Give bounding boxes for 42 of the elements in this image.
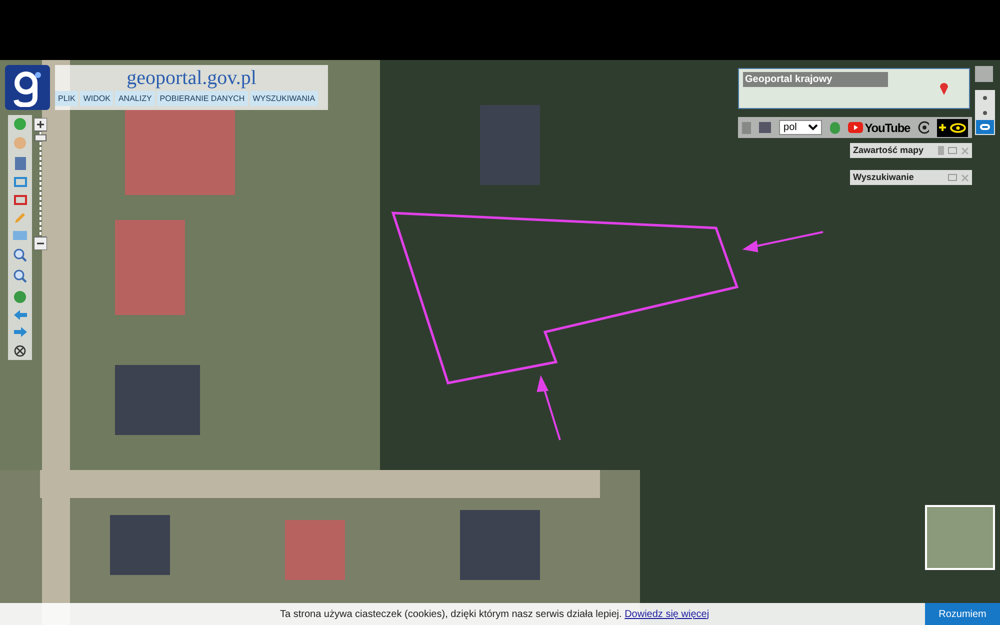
panel-title: Wyszukiwanie <box>853 170 915 184</box>
site-title[interactable]: geoportal.gov.pl <box>126 65 256 91</box>
overview-map[interactable]: Geoportal krajowy <box>738 68 970 109</box>
youtube-link[interactable]: YouTube <box>848 118 910 136</box>
overview-title: Geoportal krajowy <box>743 72 888 87</box>
minimap-placeholder[interactable] <box>925 505 995 570</box>
close-icon[interactable] <box>961 174 969 182</box>
panel-header[interactable]: Wyszukiwanie <box>850 170 972 185</box>
menu-item[interactable]: WIDOK <box>80 91 114 106</box>
maximize-icon[interactable] <box>948 147 957 154</box>
contrast-button[interactable] <box>937 118 968 136</box>
back-arrow-icon[interactable] <box>14 310 26 320</box>
accessibility-icon[interactable] <box>918 121 930 134</box>
panel-title: Zawartość mapy <box>853 144 925 157</box>
youtube-label: YouTube <box>864 120 910 136</box>
learn-more-link[interactable]: Dowiedz się więcej <box>624 608 710 620</box>
menu-item[interactable]: ANALIZY <box>115 91 155 106</box>
panel-header[interactable]: Zawartość mapy <box>850 143 972 158</box>
zoom-slider[interactable] <box>34 118 47 250</box>
zoom-out-icon[interactable] <box>13 269 27 284</box>
forward-arrow-icon[interactable] <box>14 327 26 338</box>
maximize-icon[interactable] <box>948 174 957 181</box>
eye-icon <box>950 122 966 132</box>
plus-icon <box>939 124 946 131</box>
zoom-in-icon[interactable] <box>13 248 27 262</box>
accept-button[interactable]: Rozumiem <box>925 603 1000 625</box>
pencil-icon[interactable] <box>14 212 26 224</box>
menu-item[interactable]: WYSZUKIWANIA <box>250 91 318 106</box>
menu-item[interactable]: PLIK <box>55 91 78 106</box>
menu-item[interactable]: POBIERANIE DANYCH <box>156 91 248 106</box>
rectangle-select-icon[interactable] <box>14 194 26 205</box>
cookie-text: Ta strona używa ciasteczek (cookies), dzięki którym nasz serwis działa lepiej. <box>280 608 623 620</box>
arrow-icon <box>536 375 561 440</box>
location-pin-icon <box>939 81 949 95</box>
arrow-icon <box>742 231 824 252</box>
geoportal-logo[interactable] <box>5 65 50 110</box>
play-icon <box>848 122 863 133</box>
rectangle-select-icon[interactable] <box>14 177 26 188</box>
language-select[interactable]: pol <box>778 120 822 135</box>
full-extent-icon[interactable] <box>14 344 26 357</box>
visibility-toggle[interactable] <box>976 120 994 134</box>
close-icon[interactable] <box>961 146 969 154</box>
